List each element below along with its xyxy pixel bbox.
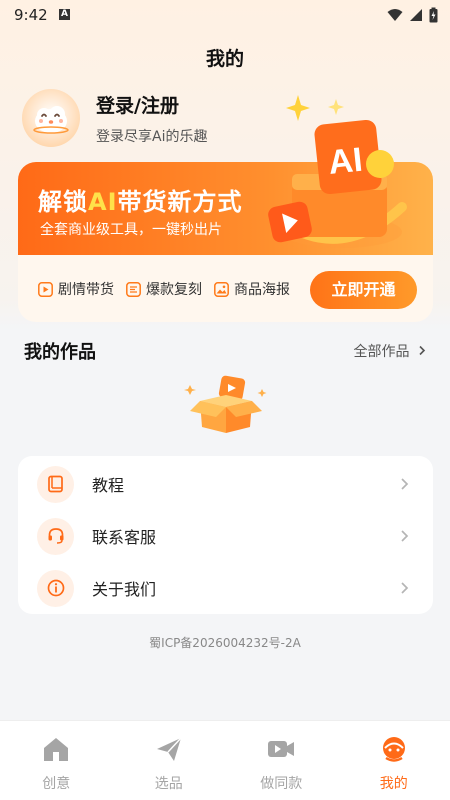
promo-subtitle: 全套商业级工具，一键秒出片 xyxy=(40,222,222,238)
cloud-mascot-avatar-icon xyxy=(33,106,69,134)
battery-charging-icon xyxy=(429,7,438,23)
feature-product-poster: 商品海报 xyxy=(214,279,290,299)
tab-label: 我的 xyxy=(379,776,408,792)
menu-icon-circle xyxy=(37,465,74,503)
tab-my[interactable]: 我的 xyxy=(338,721,450,800)
page-title: 我的 xyxy=(205,48,244,70)
signal-icon xyxy=(410,9,422,21)
menu-label: 教程 xyxy=(92,476,125,495)
avatar[interactable] xyxy=(22,89,80,147)
login-subtitle: 登录尽享Ai的乐趣 xyxy=(96,128,208,145)
tab-make-same-style[interactable]: 做同款 xyxy=(225,721,338,800)
login-register-link[interactable]: 登录/注册 xyxy=(96,91,207,118)
chevron-right-icon xyxy=(401,478,409,490)
play-icon xyxy=(38,281,53,297)
menu-card: 教程 联系客服 关于我们 xyxy=(18,456,433,614)
menu-item-customer-service[interactable]: 联系客服 xyxy=(18,510,433,562)
notification-badge: A xyxy=(59,9,70,20)
video-icon xyxy=(268,741,294,757)
chevron-right-icon xyxy=(401,530,409,542)
chevron-right-icon xyxy=(419,345,426,356)
tab-creative[interactable]: 创意 xyxy=(0,721,113,800)
info-icon xyxy=(47,579,64,597)
profile-icon xyxy=(382,737,405,762)
chevron-right-icon xyxy=(401,582,409,594)
empty-box-illustration-icon xyxy=(184,375,267,433)
promo-title: 解锁AI带货新方式 xyxy=(38,188,243,216)
menu-icon-circle xyxy=(37,569,74,607)
tab-select-products[interactable]: 选品 xyxy=(113,721,226,800)
tab-label: 做同款 xyxy=(260,776,303,792)
tab-label: 选品 xyxy=(154,776,183,792)
menu-label: 联系客服 xyxy=(92,528,157,547)
works-header: 我的作品 全部作品 xyxy=(24,338,426,364)
ai-art-label: AI xyxy=(327,141,365,182)
wifi-icon xyxy=(387,9,403,21)
works-title: 我的作品 xyxy=(24,342,96,363)
menu-item-tutorial[interactable]: 教程 xyxy=(18,458,433,510)
tab-label: 创意 xyxy=(42,776,71,792)
status-icons xyxy=(387,7,438,23)
status-bar: 9:42 A xyxy=(0,0,450,30)
menu-item-about-us[interactable]: 关于我们 xyxy=(18,562,433,614)
open-now-button[interactable]: 立即开通 xyxy=(310,271,417,309)
home-icon xyxy=(44,738,68,761)
feature-hit-copy: 爆款复刻 xyxy=(126,279,202,299)
ai-box-illustration-icon: AI xyxy=(268,119,407,248)
bottom-tab-bar: 创意 选品 做同款 我的 xyxy=(0,720,450,800)
menu-icon-circle xyxy=(37,517,74,555)
copy-icon xyxy=(126,281,141,297)
icp-license-text: 蜀ICP备2026004232号-2A xyxy=(149,636,301,650)
promo-features: 剧情带货 爆款复刻 商品海报 xyxy=(38,279,290,299)
book-icon xyxy=(47,475,63,493)
status-time: 9:42 xyxy=(14,6,48,24)
image-icon xyxy=(214,281,229,297)
all-works-link[interactable]: 全部作品 xyxy=(354,341,426,361)
send-icon xyxy=(156,737,182,761)
feature-story-selling: 剧情带货 xyxy=(38,279,114,299)
headset-icon xyxy=(48,528,63,544)
menu-label: 关于我们 xyxy=(92,580,157,599)
